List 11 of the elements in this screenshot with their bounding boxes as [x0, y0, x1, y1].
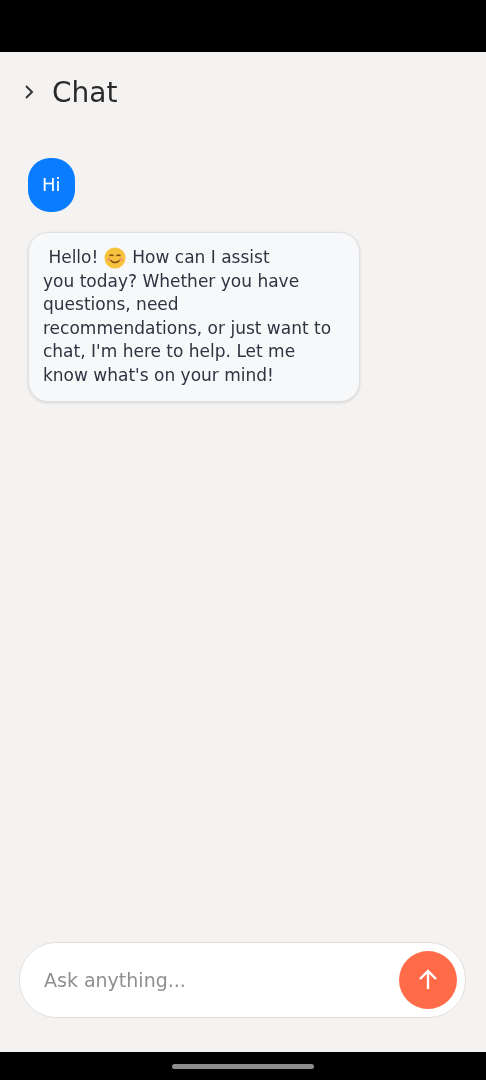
send-button[interactable]: [399, 951, 457, 1009]
greeting-text: Hello!: [47, 246, 99, 269]
arrow-up-icon: [417, 969, 439, 991]
message-input[interactable]: Ask anything...: [42, 968, 399, 992]
smiling-face-icon: [104, 246, 127, 269]
page-title: Chat: [52, 75, 118, 109]
message-text: you today? Whether you have questions, need recommendations, or just want to chat, I'm here to help. Let me know what's on your mind!: [43, 269, 333, 387]
message-text: How can I assist: [132, 246, 270, 269]
user-message: Hi: [28, 158, 75, 212]
message-input-field[interactable]: Ask anything...: [19, 942, 466, 1018]
chevron-right-icon[interactable]: [24, 84, 34, 100]
